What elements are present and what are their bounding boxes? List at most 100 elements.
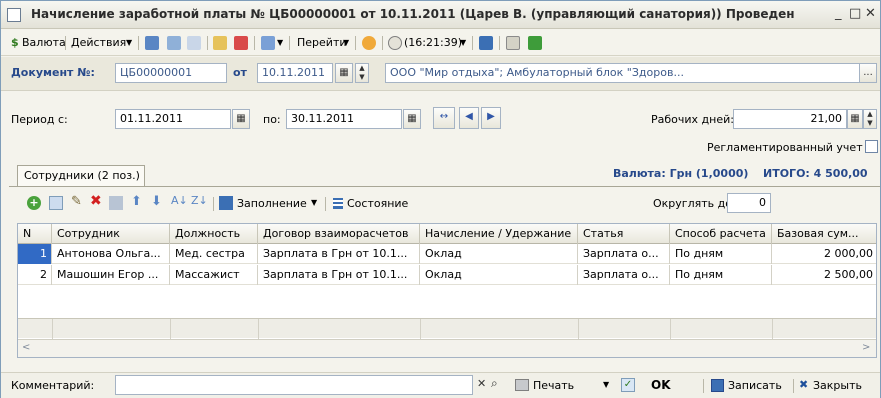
move-up-icon[interactable]: ⬆ (131, 194, 142, 209)
workdays-label: Рабочих дней: (651, 113, 734, 126)
period-to-label: по: (263, 113, 281, 126)
column-header[interactable]: Сотрудник (52, 224, 170, 244)
report-icon[interactable] (528, 36, 542, 50)
based-on-icon[interactable] (261, 36, 275, 50)
end-edit-icon[interactable] (109, 196, 123, 210)
currency-icon: $ (11, 36, 19, 49)
structure-icon[interactable] (479, 36, 493, 50)
maximize-button[interactable]: □ (849, 6, 861, 21)
employee-cell[interactable]: Антонова Ольга... (52, 244, 170, 264)
workdays-spinner[interactable]: ▲ ▼ (863, 109, 877, 129)
article-cell[interactable]: Зарплата о... (578, 244, 670, 264)
column-header[interactable]: Способ расчета (670, 224, 772, 244)
period-next-button[interactable]: ▶ (481, 107, 501, 129)
article-cell[interactable]: Зарплата о... (578, 265, 670, 285)
copy-row-icon[interactable] (49, 196, 63, 210)
currency-info: Валюта: Грн (1,0000) (613, 167, 749, 180)
clear-icon[interactable]: ✕ (477, 377, 486, 390)
document-icon (7, 8, 21, 22)
period-from-label: Период с: (11, 113, 68, 126)
search-icon[interactable]: ⌕ (491, 376, 498, 391)
scroll-right-icon[interactable]: > (862, 342, 870, 353)
currency-button[interactable]: Валюта (22, 34, 66, 52)
accrual-cell[interactable]: Оклад (420, 244, 578, 264)
calendar-icon[interactable]: ▦ (232, 109, 250, 129)
contract-cell[interactable]: Зарплата в Грн от 10.1... (258, 265, 420, 285)
column-header[interactable]: N (18, 224, 52, 244)
total-amount: ИТОГО: 4 500,00 (763, 167, 868, 180)
copy-icon[interactable] (187, 36, 201, 50)
minimize-button[interactable]: _ (835, 6, 842, 21)
calendar-icon[interactable]: ▦ (335, 63, 353, 83)
column-header[interactable]: Базовая сум... (772, 224, 876, 244)
help-icon[interactable] (362, 36, 376, 50)
refresh-icon[interactable] (167, 36, 181, 50)
tab-employees[interactable]: Сотрудники (2 поз.) (17, 165, 145, 187)
column-header[interactable]: Договор взаиморасчетов (258, 224, 420, 244)
sort-desc-icon[interactable]: Z↓ (191, 194, 208, 207)
column-header[interactable]: Статья (578, 224, 670, 244)
position-cell[interactable]: Мед. сестра (170, 244, 258, 264)
goto-menu[interactable]: Перейти (297, 34, 347, 52)
fill-menu[interactable]: Заполнение (237, 197, 307, 210)
horizontal-scrollbar[interactable]: < > (18, 339, 876, 357)
comment-field[interactable] (115, 375, 473, 395)
organization-field[interactable]: ООО "Мир отдыха"; Амбулаторный блок "Здо… (385, 63, 861, 83)
comment-label: Комментарий: (11, 379, 95, 392)
chevron-down-icon: ▼ (126, 38, 133, 47)
post-icon[interactable] (145, 36, 159, 50)
organization-select-button[interactable]: ... (859, 63, 877, 83)
table-row[interactable]: 2 Машошин Егор ... Массажист Зарплата в … (18, 265, 876, 285)
actions-menu[interactable]: Действия (71, 34, 126, 52)
calc-method-cell[interactable]: По дням (670, 265, 772, 285)
round-field[interactable]: 0 (727, 193, 771, 213)
delete-row-icon[interactable]: ✖ (90, 193, 102, 209)
close-form-button[interactable]: Закрыть (813, 379, 862, 392)
chevron-down-icon: ▼ (277, 38, 284, 47)
edit-row-icon[interactable]: ✎ (71, 194, 82, 209)
table-row[interactable]: 1 Антонова Ольга... Мед. сестра Зарплата… (18, 244, 876, 264)
period-to-field[interactable]: 30.11.2011 (286, 109, 402, 129)
date-spinner[interactable]: ▲ ▼ (355, 63, 369, 83)
footer-bar: Комментарий: ✕ ⌕ Печать ▼ ✓ OK Записать … (1, 372, 880, 398)
workdays-field[interactable]: 21,00 (733, 109, 847, 129)
document-delete-icon[interactable] (234, 36, 248, 50)
contract-cell[interactable]: Зарплата в Грн от 10.1... (258, 244, 420, 264)
scroll-left-icon[interactable]: < (22, 342, 30, 353)
ok-button[interactable]: OK (651, 378, 671, 392)
doc-number-field[interactable]: ЦБ00000001 (115, 63, 227, 83)
close-button[interactable]: ✕ (865, 6, 876, 21)
column-header[interactable]: Начисление / Удержание (420, 224, 578, 244)
move-down-icon[interactable]: ⬇ (151, 194, 162, 209)
calculator-icon[interactable]: ▦ (847, 109, 863, 129)
post-check-icon[interactable]: ✓ (621, 378, 635, 392)
clock-icon[interactable] (388, 36, 402, 50)
add-row-icon[interactable]: + (27, 196, 41, 210)
list-icon[interactable] (506, 36, 520, 50)
period-select-button[interactable]: ↔ (433, 107, 455, 129)
regulated-checkbox[interactable] (865, 140, 878, 153)
doc-date-field[interactable]: 10.11.2011 (257, 63, 333, 83)
document-new-icon[interactable] (213, 36, 227, 50)
position-cell[interactable]: Массажист (170, 265, 258, 285)
sort-asc-icon[interactable]: A↓ (171, 194, 188, 207)
period-from-field[interactable]: 01.11.2011 (115, 109, 231, 129)
column-header[interactable]: Должность (170, 224, 258, 244)
employee-cell[interactable]: Машошин Егор ... (52, 265, 170, 285)
chevron-down-icon: ▼ (460, 38, 467, 47)
time-button[interactable]: (16:21:39) (404, 34, 462, 52)
print-button[interactable]: Печать (533, 379, 574, 392)
base-amount-cell[interactable]: 2 000,00 (772, 244, 876, 264)
row-number: 1 (18, 244, 52, 264)
doc-date-label: от (233, 66, 247, 79)
state-button[interactable]: Состояние (347, 197, 408, 210)
window-title: Начисление заработной платы № ЦБ00000001… (31, 7, 795, 21)
accrual-cell[interactable]: Оклад (420, 265, 578, 285)
save-button[interactable]: Записать (728, 379, 782, 392)
period-prev-button[interactable]: ◀ (459, 107, 479, 129)
calendar-icon[interactable]: ▦ (403, 109, 421, 129)
row-number: 2 (18, 265, 52, 285)
base-amount-cell[interactable]: 2 500,00 (772, 265, 876, 285)
chevron-down-icon: ▼ (603, 380, 610, 389)
calc-method-cell[interactable]: По дням (670, 244, 772, 264)
